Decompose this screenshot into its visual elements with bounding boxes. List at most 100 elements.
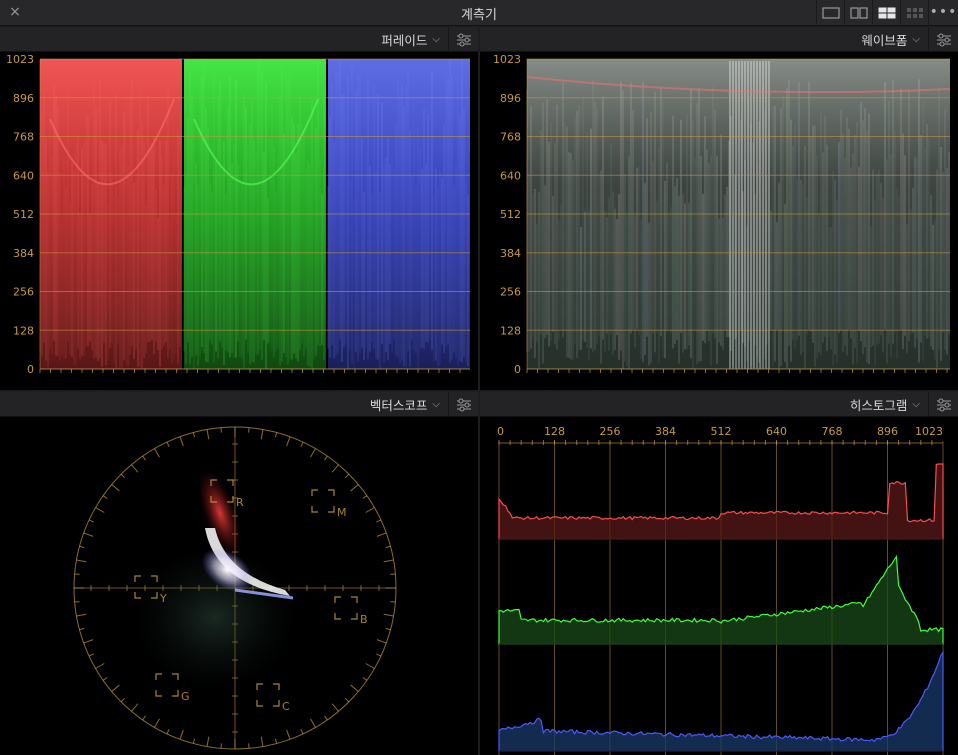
scale-label: 512: [13, 208, 34, 221]
parade-scope-selector[interactable]: 퍼레이드 ⌵: [381, 30, 440, 49]
degree-tick: [331, 464, 339, 473]
target-label: G: [181, 690, 190, 703]
chevron-down-icon: ⌵: [432, 34, 440, 45]
degree-tick: [310, 448, 316, 458]
scale-label: 128: [544, 425, 565, 438]
target-m: M: [311, 489, 347, 519]
target-bracket: [273, 683, 280, 690]
close-icon: ×: [9, 4, 21, 20]
target-bracket: [256, 700, 263, 707]
close-button[interactable]: ×: [6, 3, 24, 21]
degree-tick: [111, 484, 120, 492]
degree-tick: [88, 519, 94, 523]
target-bracket: [273, 700, 280, 707]
scale-label: 256: [500, 286, 521, 299]
scale-label: 512: [711, 425, 732, 438]
scale-label: 384: [655, 425, 676, 438]
target-bracket: [328, 489, 335, 496]
histogram-label: 히스토그램: [849, 398, 908, 413]
degree-tick: [344, 697, 350, 703]
scale-label: 384: [13, 247, 34, 260]
scale-label: 0: [497, 425, 504, 438]
layout-toolbar: [816, 0, 928, 26]
title-bar: × 계측기 •••: [0, 0, 958, 26]
histogram-header: 히스토그램 ⌵: [480, 392, 958, 417]
histogram-settings-button[interactable]: [928, 392, 958, 417]
target-bracket: [155, 690, 162, 697]
degree-tick: [76, 613, 87, 617]
target-bracket: [328, 506, 335, 513]
target-bracket: [334, 596, 341, 603]
waveform-scope-selector[interactable]: 웨이브폼 ⌵: [861, 30, 920, 49]
degree-tick: [274, 738, 278, 744]
degree-tick: [179, 436, 184, 447]
degree-tick: [131, 703, 139, 712]
chevron-down-icon: ⌵: [912, 34, 920, 45]
degree-tick: [365, 507, 375, 513]
degree-tick: [166, 729, 170, 735]
degree-tick: [385, 545, 391, 549]
degree-tick: [142, 455, 146, 461]
more-options-button[interactable]: •••: [928, 0, 958, 26]
degree-tick: [324, 715, 328, 721]
scale-label: 256: [13, 286, 34, 299]
degree-tick: [88, 653, 94, 657]
degree-tick: [376, 519, 382, 523]
waveform-header: 웨이브폼 ⌵: [480, 27, 958, 52]
target-label: C: [282, 700, 290, 713]
degree-tick: [300, 729, 304, 735]
degree-tick: [95, 507, 105, 513]
target-bracket: [351, 613, 358, 620]
layout-dual-button[interactable]: [844, 0, 872, 26]
degree-tick: [154, 448, 160, 458]
parade-panel: 퍼레이드 ⌵ 1023 896 768 640 512 384 256 128 …: [0, 27, 478, 390]
degree-tick: [324, 455, 328, 461]
target-label: M: [337, 506, 347, 519]
sliders-icon: [936, 398, 951, 411]
degree-tick: [383, 613, 394, 617]
histogram-scope-selector[interactable]: 히스토그램 ⌵: [850, 395, 920, 414]
layout-quad-mixed-button[interactable]: [872, 0, 900, 26]
layout-grid-button[interactable]: [900, 0, 928, 26]
scale-label: 1023: [6, 53, 34, 66]
degree-tick: [192, 738, 196, 744]
vectorscope-scope-selector[interactable]: 벡터스코프 ⌵: [370, 395, 440, 414]
sliders-icon: [456, 33, 471, 46]
layout-dual-icon: [849, 7, 868, 19]
layout-single-button[interactable]: [816, 0, 844, 26]
degree-tick: [362, 677, 368, 681]
vectorscope-header: 벡터스코프 ⌵: [0, 392, 478, 417]
waveform-label: 웨이브폼: [861, 33, 908, 48]
target-b: B: [334, 596, 368, 626]
degree-tick: [154, 718, 160, 728]
scale-label: 896: [13, 92, 34, 105]
vectorscope-scope: R M Y B G C: [0, 418, 478, 755]
target-bracket: [351, 596, 358, 603]
more-icon: •••: [929, 4, 958, 20]
degree-tick: [83, 639, 94, 644]
target-bracket: [256, 683, 263, 690]
histogram-panel: 히스토그램 ⌵ 0 128 256 384 512 640 768 896 1023: [480, 392, 958, 755]
target-bracket: [311, 489, 318, 496]
sliders-icon: [936, 33, 951, 46]
scale-label: 896: [877, 425, 898, 438]
scale-label: 640: [500, 169, 521, 182]
degree-tick: [120, 697, 126, 703]
sliders-icon: [456, 398, 471, 411]
degree-tick: [95, 663, 105, 669]
scale-label: 0: [514, 363, 521, 376]
parade-settings-button[interactable]: [448, 27, 478, 52]
scale-label: 128: [500, 324, 521, 337]
degree-tick: [385, 627, 391, 631]
degree-tick: [179, 729, 184, 740]
scale-label: 896: [500, 92, 521, 105]
degree-tick: [131, 464, 139, 473]
waveform-scope: 1023 896 768 640 512 384 256 128 0: [480, 53, 958, 390]
waveform-settings-button[interactable]: [928, 27, 958, 52]
degree-tick: [79, 545, 85, 549]
degree-tick: [350, 484, 359, 492]
layout-grid-icon: [906, 8, 923, 18]
scale-label: 384: [500, 247, 521, 260]
vectorscope-settings-button[interactable]: [448, 392, 478, 417]
scale-label: 768: [822, 425, 843, 438]
